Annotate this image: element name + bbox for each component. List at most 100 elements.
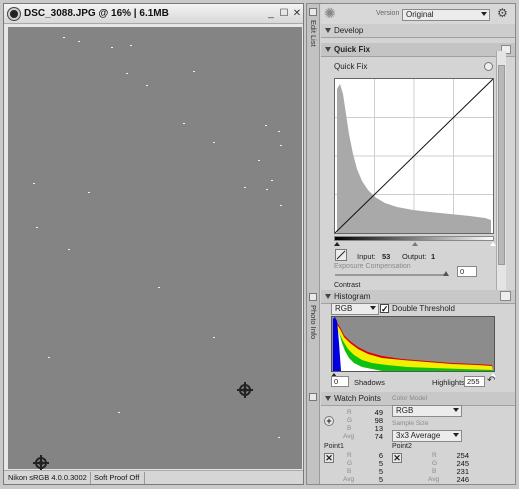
version-select-value: Original (406, 10, 434, 19)
exposure-slider[interactable] (335, 271, 449, 276)
highlights-value-field[interactable]: 255 (464, 376, 485, 387)
shadows-value-field[interactable]: 0 (331, 376, 349, 387)
watch-point-2-target-icon[interactable] (237, 382, 253, 398)
curve-tool-icon (336, 250, 346, 260)
point2-b-label: B (432, 468, 437, 475)
image-canvas[interactable] (8, 27, 302, 471)
chevron-down-icon (370, 306, 376, 310)
quick-fix-section-title: Quick Fix (334, 45, 371, 54)
soft-proof-button[interactable]: Soft Proof Off (94, 473, 139, 482)
shadows-value: 0 (334, 377, 339, 386)
image-window-titlebar[interactable]: DSC_3088.JPG @ 16% | 6.1MB _ ☐ ✕ (4, 4, 303, 24)
tone-curve-svg (334, 78, 494, 234)
main-b-label: B (347, 425, 352, 432)
eyedropper-icon[interactable] (500, 291, 511, 301)
output-label: Output: (402, 252, 427, 261)
sunburst-icon: ✺ (324, 5, 336, 21)
develop-section-title: Develop (334, 26, 364, 35)
double-threshold-label: Double Threshold (392, 304, 456, 313)
output-value: 1 (431, 252, 436, 261)
collapse-triangle-icon (325, 294, 331, 299)
color-model-select[interactable]: RGB (392, 405, 462, 417)
image-status-bar: Nikon sRGB 4.0.0.3002 Soft Proof Off (4, 470, 303, 484)
palette-panel: Edit List Photo Info ✺ Version Original … (306, 3, 516, 485)
watch-point-1-target-icon[interactable] (33, 455, 49, 471)
maximize-button[interactable]: ☐ (279, 9, 289, 19)
exposure-value-field[interactable]: 0 (457, 266, 477, 277)
exposure-slider-knob-icon[interactable] (443, 271, 449, 276)
color-model-value: RGB (396, 406, 414, 415)
sample-size-label: Sample Size (392, 420, 429, 427)
quick-fix-section-header[interactable]: Quick Fix (321, 43, 515, 57)
add-watch-point-button[interactable]: + (324, 416, 334, 426)
minimize-button[interactable]: _ (266, 9, 276, 19)
histogram-section-header[interactable]: Histogram (321, 290, 515, 304)
histogram-graph (331, 316, 495, 372)
version-label: Version (376, 10, 400, 17)
watch-points-title: Watch Points (334, 394, 381, 403)
sample-size-select[interactable]: 3x3 Average (392, 430, 462, 442)
edit-list-tab[interactable]: Edit List (307, 4, 320, 289)
image-window-title: DSC_3088.JPG @ 16% | 6.1MB (24, 8, 169, 19)
contrast-label: Contrast (334, 282, 361, 289)
image-window: DSC_3088.JPG @ 16% | 6.1MB _ ☐ ✕ Nikon s… (3, 3, 304, 485)
curve-tool-button[interactable] (335, 249, 347, 261)
version-select[interactable]: Original (402, 9, 490, 21)
edit-list-tab-icon (309, 8, 317, 16)
quick-fix-sub-label: Quick Fix (334, 62, 368, 71)
tone-curve-graph[interactable] (334, 78, 494, 234)
collapse-triangle-icon (325, 28, 331, 33)
reset-icon[interactable] (484, 62, 493, 71)
sample-size-value: 3x3 Average (396, 431, 441, 440)
collapse-triangle-icon (325, 47, 331, 52)
main-avg-label: Avg (343, 433, 355, 440)
photo-info-tab-icon (309, 293, 317, 301)
photo-info-tab-label: Photo Info (309, 305, 318, 340)
point1-b-label: B (347, 468, 352, 475)
chevron-down-icon (453, 408, 459, 412)
double-threshold-checkbox[interactable]: ✓ (380, 304, 389, 314)
color-model-label: Color Model (392, 395, 428, 402)
midpoint-slider-icon[interactable] (412, 242, 418, 246)
point1-g-label: G (347, 460, 353, 467)
close-button[interactable]: ✕ (292, 9, 302, 19)
develop-section-header[interactable]: Develop (321, 24, 515, 38)
histogram-title: Histogram (334, 292, 371, 301)
edit-list-tab-label: Edit List (309, 20, 318, 47)
exposure-compensation-label: Exposure Compensation (334, 263, 411, 270)
point1-avg-label: Avg (343, 476, 355, 483)
input-value: 53 (382, 252, 391, 261)
watch-points-tab-icon (309, 393, 317, 401)
remove-point2-button[interactable]: ✕ (392, 453, 402, 463)
remove-point1-button[interactable]: ✕ (324, 453, 334, 463)
main-avg-value: 74 (374, 432, 383, 441)
input-label: Input: (357, 252, 376, 261)
chevron-down-icon (481, 12, 487, 16)
main-g-label: G (347, 417, 353, 424)
histogram-channel-value: RGB (335, 304, 353, 313)
gear-icon[interactable]: ⚙ (497, 7, 508, 19)
highlights-label: Highlights (432, 378, 465, 387)
nikon-app-icon (8, 8, 20, 20)
point2-r-label: R (432, 452, 437, 459)
exposure-value: 0 (460, 267, 465, 276)
collapse-triangle-icon (325, 396, 331, 401)
point2-label: Point2 (392, 443, 412, 450)
quick-fix-scrollbar[interactable] (496, 51, 506, 295)
scrollbar-thumb[interactable] (498, 65, 505, 265)
version-row: ✺ Version Original ⚙ (321, 4, 515, 24)
point1-r-label: R (347, 452, 352, 459)
main-r-label: R (347, 409, 352, 416)
highlights-value: 255 (467, 377, 480, 386)
chevron-down-icon (453, 433, 459, 437)
point2-avg-value: 246 (456, 475, 469, 484)
point1-label: Point1 (324, 443, 344, 450)
point2-avg-label: Avg (428, 476, 440, 483)
black-point-slider-icon[interactable] (334, 242, 340, 246)
reset-arrow-icon[interactable]: ↶ (487, 376, 495, 386)
histogram-svg (332, 317, 494, 371)
photo-info-tab[interactable]: Photo Info (307, 289, 320, 389)
watch-points-side-strip (307, 389, 320, 484)
point1-avg-value: 5 (378, 475, 383, 484)
histogram-channel-select[interactable]: RGB (331, 303, 379, 315)
